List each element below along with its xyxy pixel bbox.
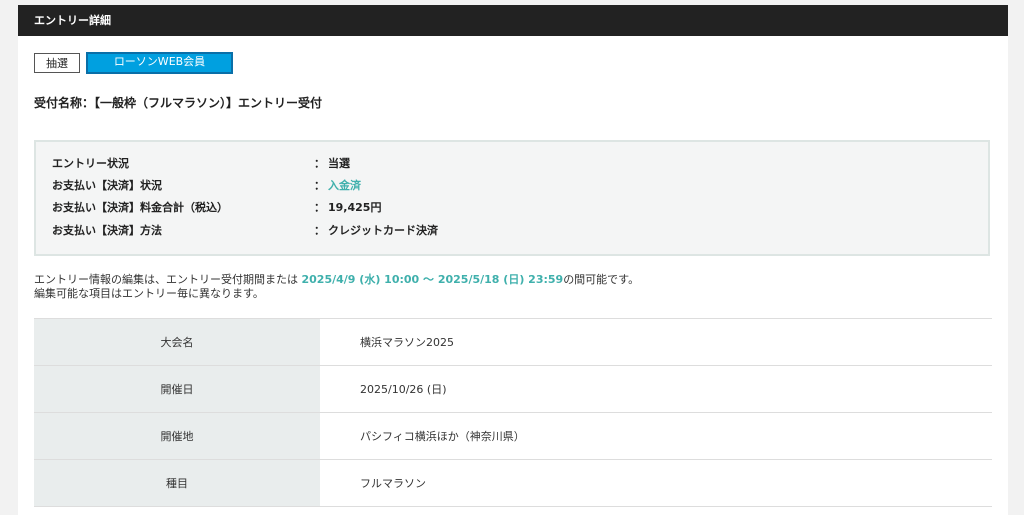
table-value-event-name: 横浜マラソン2025 [360, 336, 454, 349]
notice-line-2: 編集可能な項目はエントリー毎に異なります。 [34, 287, 264, 300]
status-row-payment-method: お支払い【決済】方法 ： クレジットカード決済 [52, 221, 952, 241]
entry-detail-panel: エントリー詳細 抽選 ローソンWEB会員 受付名称：【一般枠（フルマラソン）】エ… [18, 5, 1008, 515]
table-label-event-name: 大会名 [34, 318, 320, 366]
status-label: お支払い【決済】料金合計（税込） [52, 201, 228, 214]
status-row-entry: エントリー状況 ： 当選 [52, 154, 952, 174]
table-value-date: 2025/10/26 (日) [360, 383, 447, 396]
status-row-payment-total: お支払い【決済】料金合計（税込） ： 19,425円 [52, 198, 952, 218]
table-label-venue: 開催地 [34, 412, 320, 460]
tab-lottery[interactable]: 抽選 [34, 53, 80, 73]
status-value: 当選 [328, 157, 350, 170]
status-label: エントリー状況 [52, 157, 129, 170]
tab-lawson-web-member[interactable]: ローソンWEB会員 [86, 52, 233, 74]
table-label-date: 開催日 [34, 365, 320, 413]
status-value-paid: 入金済 [328, 179, 361, 192]
status-value: クレジットカード決済 [328, 224, 438, 237]
notice-prefix: エントリー情報の編集は、エントリー受付期間または [34, 273, 298, 286]
status-value: 19,425円 [328, 201, 382, 214]
status-colon: ： [314, 224, 325, 237]
status-colon: ： [314, 201, 325, 214]
notice-period: 2025/4/9 (水) 10:00 ～ 2025/5/18 (日) 23:59 [301, 273, 564, 286]
entry-status-box: エントリー状況 ： 当選 お支払い【決済】状況 ： 入金済 お支払い【決済】料金… [34, 140, 990, 256]
table-value-category: フルマラソン [360, 477, 426, 490]
table-row: 開催地 パシフィコ横浜ほか（神奈川県） [34, 412, 992, 460]
status-label: お支払い【決済】方法 [52, 224, 162, 237]
status-label: お支払い【決済】状況 [52, 179, 162, 192]
table-label-category: 種目 [34, 459, 320, 507]
table-row: 種目 フルマラソン [34, 459, 992, 507]
table-row: 大会名 横浜マラソン2025 [34, 318, 992, 366]
entry-type-tabs: 抽選 ローソンWEB会員 [34, 52, 233, 74]
status-colon: ： [314, 179, 325, 192]
event-detail-table: 大会名 横浜マラソン2025 開催日 2025/10/26 (日) 開催地 パシ… [34, 318, 992, 507]
table-row: 開催日 2025/10/26 (日) [34, 365, 992, 413]
edit-period-notice: エントリー情報の編集は、エントリー受付期間または 2025/4/9 (水) 10… [34, 273, 639, 301]
reception-name: 受付名称：【一般枠（フルマラソン）】エントリー受付 [34, 96, 323, 110]
table-value-venue: パシフィコ横浜ほか（神奈川県） [360, 430, 525, 443]
status-row-payment-status: お支払い【決済】状況 ： 入金済 [52, 176, 952, 196]
status-colon: ： [314, 157, 325, 170]
notice-suffix: の間可能です。 [563, 273, 640, 286]
notice-line-1: エントリー情報の編集は、エントリー受付期間または 2025/4/9 (水) 10… [34, 273, 639, 287]
panel-header-title: エントリー詳細 [18, 5, 1008, 36]
